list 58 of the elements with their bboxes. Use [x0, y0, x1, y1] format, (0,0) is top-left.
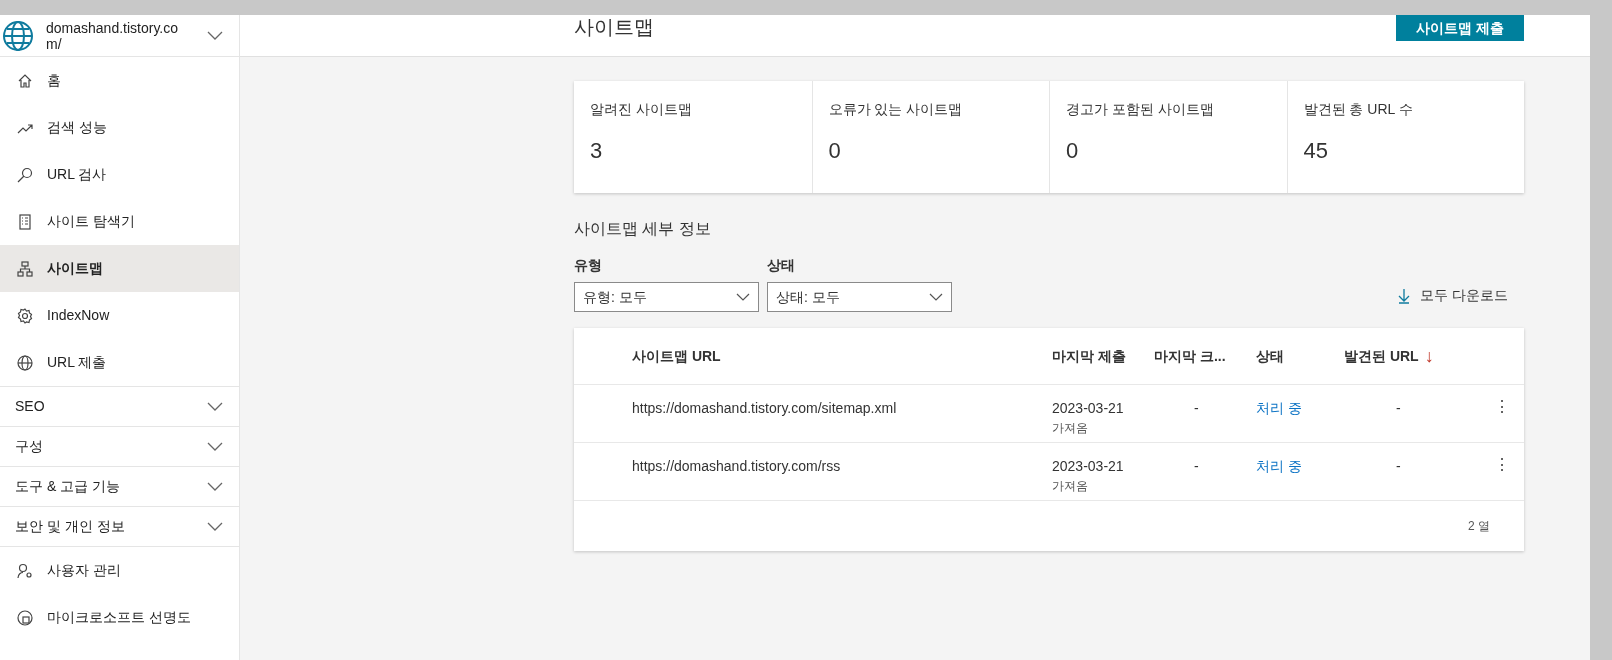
status-link[interactable]: 처리 중: [1256, 458, 1302, 474]
home-icon: [17, 72, 33, 89]
chevron-down-icon: [736, 293, 750, 301]
stat-label: 오류가 있는 사이트맵: [828, 100, 964, 119]
source-label: 가져옴: [1052, 420, 1088, 437]
filter-dropdown[interactable]: 유형: 모두: [574, 282, 759, 312]
stat-label: 경고가 포함된 사이트맵: [1066, 100, 1215, 119]
submit-date: 2023-03-21: [1052, 457, 1124, 476]
chevron-down-icon: [207, 481, 223, 492]
chevron-down-icon: [207, 521, 223, 532]
report-icon: [17, 609, 33, 626]
stat-value: 3: [590, 137, 604, 165]
page-title: 사이트맵: [574, 15, 654, 39]
row-count: 2 열: [1468, 518, 1490, 535]
stat-value: 0: [828, 137, 842, 165]
chevron-down-icon: [207, 30, 223, 41]
submit-date: 2023-03-21: [1052, 399, 1124, 418]
submit-sitemap-button[interactable]: 사이트맵 제출: [1396, 15, 1524, 41]
chevron-down-icon: [207, 401, 223, 412]
download-all-button[interactable]: 모두 다운로드: [1398, 285, 1508, 306]
sitemap-url: https://domashand.tistory.com/rss: [632, 458, 841, 474]
status-link[interactable]: 처리 중: [1256, 400, 1302, 416]
gear-icon: [17, 307, 33, 324]
stat-label: 발견된 총 URL 수: [1303, 100, 1414, 119]
chevron-down-icon: [207, 441, 223, 452]
column-header[interactable]: 마지막 크...: [1154, 345, 1256, 367]
table-cell: -: [1194, 400, 1199, 416]
sort-indicator: ↓: [1424, 347, 1434, 365]
source-label: 가져옴: [1052, 478, 1088, 495]
nav-section[interactable]: SEO: [0, 387, 239, 427]
nav-item[interactable]: 사이트맵: [0, 245, 239, 292]
more-options-button[interactable]: ⋮: [1494, 398, 1510, 416]
filter-label: 상태: [767, 256, 796, 275]
search-icon: [17, 166, 33, 183]
globe-icon: [2, 19, 34, 52]
column-header[interactable]: 발견된 URL ↓: [1344, 345, 1494, 367]
globe-icon: [17, 354, 33, 371]
column-header[interactable]: 상태: [1256, 345, 1344, 367]
stat-label: 알려진 사이트맵: [590, 100, 693, 119]
stat-value: 45: [1303, 137, 1329, 165]
table-cell: -: [1194, 458, 1199, 474]
download-icon: [1398, 287, 1411, 304]
column-header[interactable]: 마지막 제출: [1052, 345, 1154, 367]
nav-section[interactable]: 도구 & 고급 기능: [0, 467, 239, 507]
sitemap-icon: [17, 260, 33, 277]
filter-label: 유형: [574, 256, 603, 275]
filter-dropdown[interactable]: 상태: 모두: [767, 282, 952, 312]
table-cell: -: [1396, 458, 1401, 474]
table-cell: -: [1396, 400, 1401, 416]
column-header[interactable]: 사이트맵 URL: [632, 345, 1052, 367]
more-options-button[interactable]: ⋮: [1494, 456, 1510, 474]
chevron-down-icon: [929, 293, 943, 301]
checklist-icon: [17, 213, 33, 230]
nav-section[interactable]: 구성: [0, 427, 239, 467]
user-settings-icon: [17, 562, 33, 579]
section-title: 사이트맵 세부 정보: [574, 219, 712, 239]
sitemap-url: https://domashand.tistory.com/sitemap.xml: [632, 400, 897, 416]
stat-value: 0: [1066, 137, 1080, 165]
